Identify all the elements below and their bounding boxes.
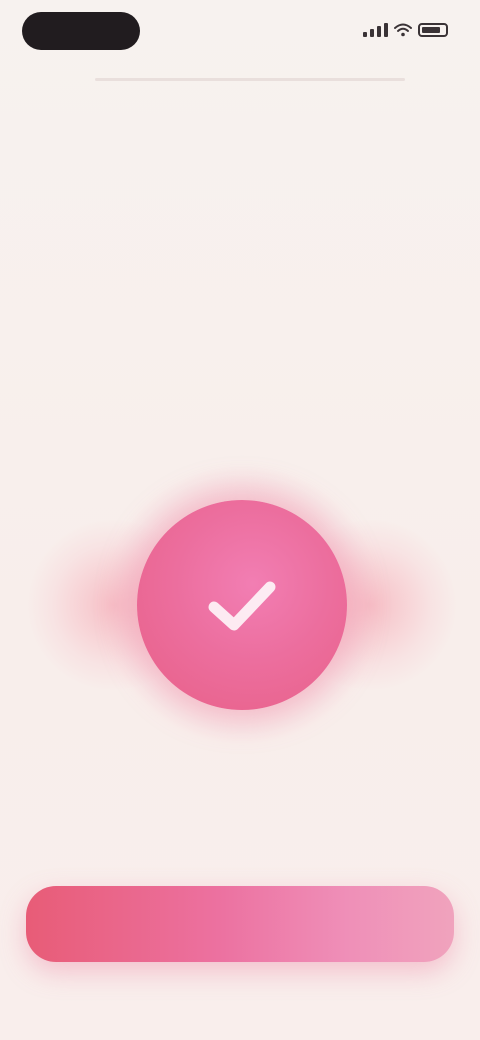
success-badge <box>137 500 347 710</box>
status-time-pill <box>22 12 140 50</box>
confirmation-screen <box>0 0 480 1040</box>
signal-icon <box>363 23 388 37</box>
wifi-icon <box>394 23 412 37</box>
continue-button[interactable] <box>26 886 454 962</box>
progress-divider <box>95 78 405 81</box>
status-icons <box>363 20 448 40</box>
battery-icon <box>418 23 448 37</box>
check-icon <box>208 581 276 631</box>
